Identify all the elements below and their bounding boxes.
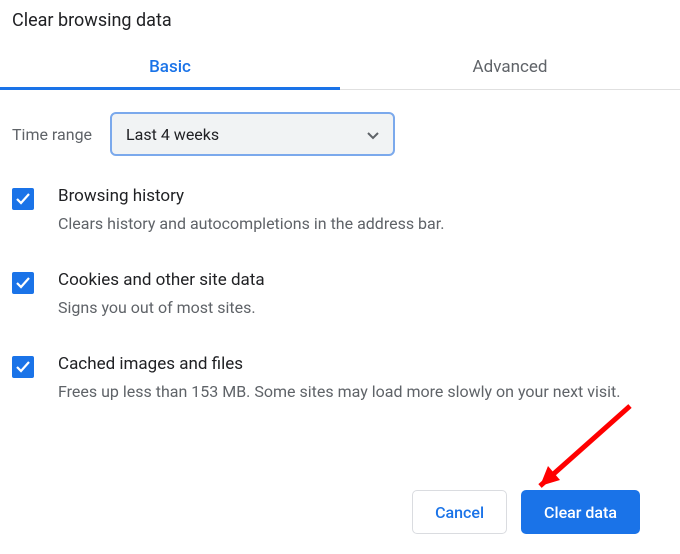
option-desc: Clears history and autocompletions in th… — [58, 212, 444, 236]
option-text: Cached images and files Frees up less th… — [58, 354, 620, 404]
option-desc: Frees up less than 153 MB. Some sites ma… — [58, 380, 620, 404]
checkbox-browsing-history[interactable] — [12, 188, 34, 210]
dialog-actions: Cancel Clear data — [412, 490, 640, 534]
tab-advanced[interactable]: Advanced — [340, 47, 680, 89]
time-range-selected: Last 4 weeks — [126, 125, 219, 144]
option-title: Cookies and other site data — [58, 270, 265, 290]
option-cache: Cached images and files Frees up less th… — [12, 354, 668, 404]
checkmark-icon — [16, 277, 30, 289]
checkmark-icon — [16, 193, 30, 205]
dialog-body: Time range Last 4 weeks Browsing history… — [0, 90, 680, 448]
checkmark-icon — [16, 361, 30, 373]
time-range-label: Time range — [12, 125, 92, 144]
tabs: Basic Advanced — [0, 47, 680, 90]
option-cookies: Cookies and other site data Signs you ou… — [12, 270, 668, 320]
option-title: Browsing history — [58, 186, 444, 206]
tab-basic[interactable]: Basic — [0, 47, 340, 89]
checkbox-cookies[interactable] — [12, 272, 34, 294]
time-range-dropdown[interactable]: Last 4 weeks — [110, 112, 395, 156]
option-title: Cached images and files — [58, 354, 620, 374]
time-range-row: Time range Last 4 weeks — [12, 112, 668, 156]
dialog-title: Clear browsing data — [0, 0, 680, 47]
option-text: Browsing history Clears history and auto… — [58, 186, 444, 236]
option-text: Cookies and other site data Signs you ou… — [58, 270, 265, 320]
option-browsing-history: Browsing history Clears history and auto… — [12, 186, 668, 236]
checkbox-cache[interactable] — [12, 356, 34, 378]
chevron-down-icon — [367, 125, 379, 144]
clear-data-button[interactable]: Clear data — [521, 490, 640, 534]
option-desc: Signs you out of most sites. — [58, 296, 265, 320]
cancel-button[interactable]: Cancel — [412, 490, 507, 534]
